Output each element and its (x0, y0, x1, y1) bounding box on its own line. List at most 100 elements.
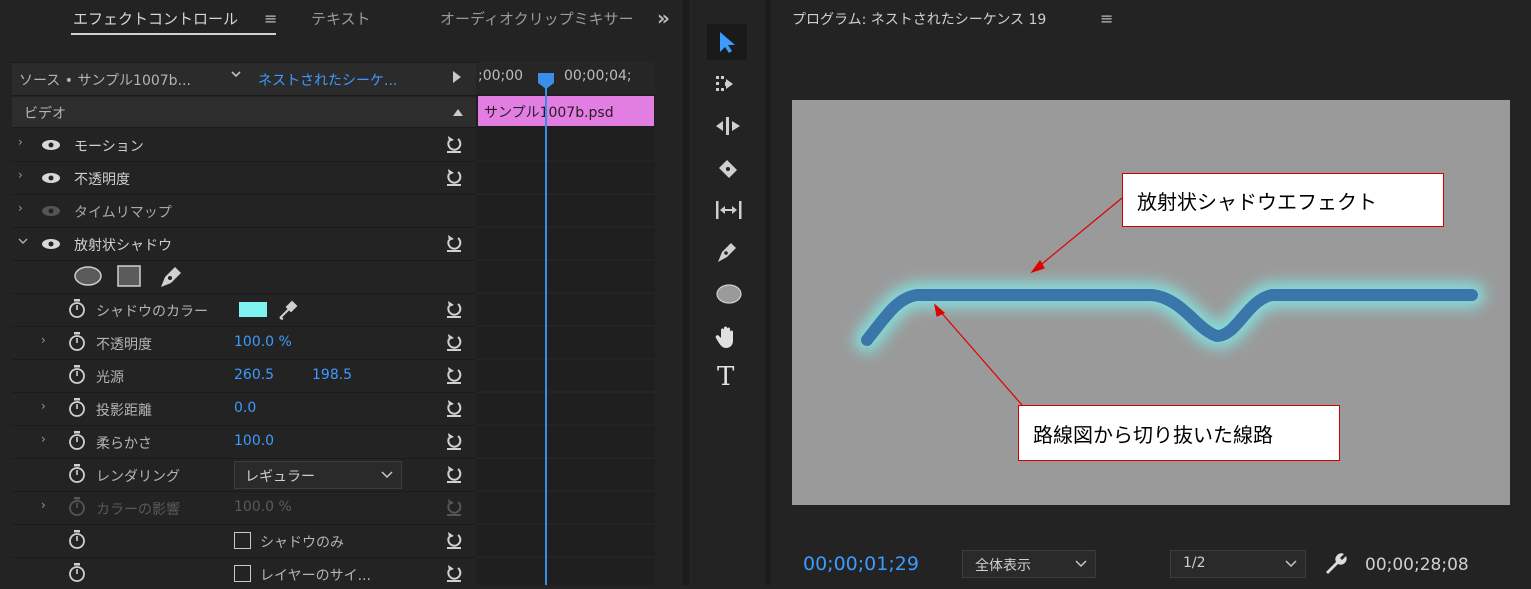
stopwatch-icon[interactable] (68, 464, 86, 484)
pen-mask-icon[interactable] (157, 263, 185, 289)
light-x-value[interactable]: 260.5 (234, 367, 274, 383)
overflow-tabs-icon[interactable]: » (657, 6, 670, 30)
chevron-right-icon[interactable]: › (41, 333, 46, 347)
ripple-edit-tool[interactable] (707, 108, 747, 144)
eyedropper-icon[interactable] (277, 299, 299, 321)
property-row-resize-layer: レイヤーのサイ... (12, 558, 476, 585)
timeline-clip[interactable]: サンプル1007b.psd (478, 96, 654, 126)
track-select-tool[interactable] (707, 66, 747, 102)
effect-row-time-remap[interactable]: › タイムリマップ (12, 195, 476, 228)
mask-tools-row (12, 261, 476, 294)
eye-icon[interactable] (41, 238, 61, 250)
light-y-value[interactable]: 198.5 (312, 367, 352, 383)
callout-railway-line: 路線図から切り抜いた線路 (1018, 405, 1340, 461)
resize-layer-label: レイヤーのサイ... (260, 568, 371, 584)
reset-icon[interactable] (444, 398, 464, 418)
eye-icon[interactable] (41, 172, 61, 184)
property-row-projection-distance: › 投影距離 0.0 (12, 393, 476, 426)
zoom-select[interactable]: 全体表示 (962, 550, 1096, 578)
program-canvas[interactable]: 放射状シャドウエフェクト 路線図から切り抜いた線路 (792, 100, 1510, 505)
chevron-right-icon[interactable]: › (18, 201, 23, 215)
sequence-label[interactable]: ネストされたシーケ... (258, 70, 397, 90)
effect-row-motion[interactable]: › モーション (12, 129, 476, 162)
collapse-up-icon[interactable] (452, 105, 464, 121)
shadow-color-swatch[interactable] (239, 302, 267, 317)
selection-tool[interactable] (707, 24, 747, 60)
chevron-right-icon[interactable]: › (41, 432, 46, 446)
property-row-shadow-color: シャドウのカラー (12, 294, 476, 327)
panel-divider[interactable] (765, 0, 771, 585)
effect-label: 放射状シャドウ (74, 238, 172, 254)
razor-tool[interactable] (707, 150, 747, 186)
program-monitor-title[interactable]: プログラム: ネストされたシーケンス 19 (792, 9, 1046, 29)
property-label: シャドウのカラー (96, 304, 208, 320)
source-clip-label[interactable]: ソース • サンプル1007b... (19, 70, 191, 90)
rectangle-mask-icon[interactable] (116, 264, 142, 288)
effect-row-radial-shadow[interactable]: 放射状シャドウ (12, 228, 476, 261)
reset-icon[interactable] (444, 563, 464, 583)
softness-value[interactable]: 100.0 (234, 433, 274, 449)
stopwatch-icon[interactable] (68, 332, 86, 352)
chevron-right-icon[interactable]: › (41, 498, 46, 512)
chevron-down-icon[interactable] (230, 68, 242, 84)
playhead-line[interactable] (545, 80, 547, 585)
ellipse-mask-icon[interactable] (73, 265, 103, 287)
hand-tool[interactable] (707, 318, 747, 354)
wrench-icon[interactable] (1323, 551, 1349, 577)
type-tool[interactable]: T (707, 360, 747, 396)
resolution-select-value: 1/2 (1183, 555, 1206, 571)
playhead-handle[interactable] (537, 72, 555, 90)
reset-icon[interactable] (444, 332, 464, 352)
eye-icon[interactable] (41, 139, 61, 151)
tab-text[interactable]: テキスト (311, 8, 371, 29)
chevron-down-icon[interactable] (18, 235, 28, 249)
stopwatch-icon[interactable] (68, 398, 86, 418)
opacity-value[interactable]: 100.0 % (234, 334, 292, 350)
property-label: レンダリング (96, 469, 180, 485)
shadow-only-label: シャドウのみ (260, 535, 344, 551)
reset-icon[interactable] (444, 134, 464, 154)
chevron-right-icon[interactable]: › (18, 135, 23, 149)
panel-menu-icon[interactable]: ≡ (264, 9, 277, 28)
pen-tool[interactable] (707, 234, 747, 270)
chevron-right-icon[interactable]: › (41, 399, 46, 413)
reset-icon (447, 499, 462, 516)
program-menu-icon[interactable]: ≡ (1100, 9, 1113, 28)
resize-layer-checkbox[interactable] (234, 565, 251, 582)
current-timecode[interactable]: 00;00;01;29 (803, 553, 919, 575)
play-icon[interactable] (452, 70, 462, 88)
reset-icon[interactable] (444, 299, 464, 319)
reset-icon[interactable] (444, 167, 464, 187)
chevron-down-icon (381, 471, 393, 479)
resolution-select[interactable]: 1/2 (1170, 550, 1306, 578)
reset-icon[interactable] (444, 464, 464, 484)
reset-icon[interactable] (444, 233, 464, 253)
chevron-right-icon[interactable]: › (18, 168, 23, 182)
property-label: 投影距離 (96, 403, 152, 419)
hand-icon (715, 326, 733, 348)
tab-audio-clip-mixer[interactable]: オーディオクリップミキサー (440, 8, 634, 29)
property-label: カラーの影響 (96, 502, 180, 518)
source-bar: ソース • サンプル1007b... ネストされたシーケ... (12, 62, 476, 96)
reset-icon[interactable] (444, 431, 464, 451)
effect-label: モーション (74, 139, 144, 155)
reset-icon[interactable] (444, 530, 464, 550)
reset-icon[interactable] (444, 365, 464, 385)
tab-effect-controls[interactable]: エフェクトコントロール (73, 8, 238, 29)
property-row-light-source: 光源 260.5 198.5 (12, 360, 476, 393)
projection-value[interactable]: 0.0 (234, 400, 256, 416)
rendering-select[interactable]: レギュラー (234, 461, 402, 489)
shadow-only-checkbox[interactable] (234, 532, 251, 549)
slip-tool[interactable] (707, 192, 747, 228)
chevron-down-icon (1285, 560, 1297, 568)
razor-icon (719, 160, 737, 178)
stopwatch-icon[interactable] (68, 563, 86, 583)
stopwatch-icon[interactable] (68, 431, 86, 451)
ellipse-tool[interactable] (707, 276, 747, 312)
stopwatch-icon[interactable] (68, 530, 86, 550)
effect-row-opacity[interactable]: › 不透明度 (12, 162, 476, 195)
stopwatch-icon (69, 497, 85, 516)
stopwatch-icon[interactable] (68, 365, 86, 385)
effect-label: 不透明度 (74, 172, 130, 188)
stopwatch-icon[interactable] (68, 299, 86, 319)
